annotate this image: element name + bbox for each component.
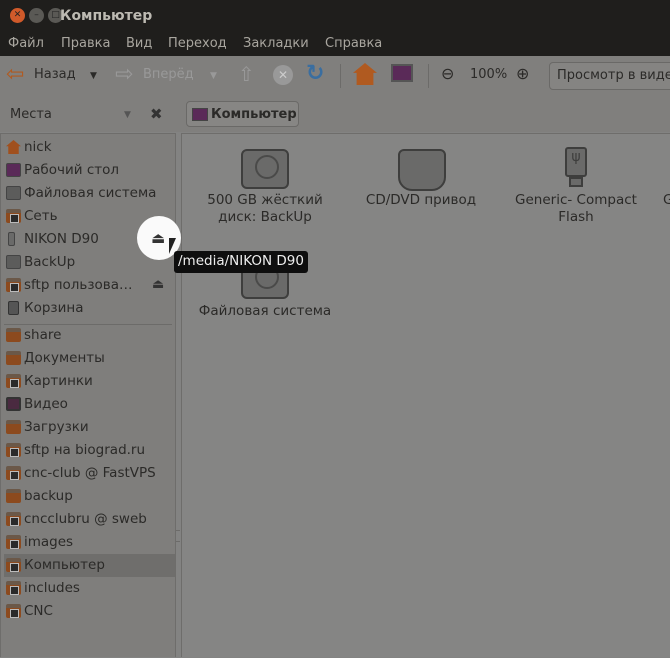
- view-mode-select[interactable]: Просмотр в виде значков: [549, 62, 670, 90]
- mouse-cursor: [169, 238, 176, 254]
- minimize-button[interactable]: –: [29, 8, 44, 23]
- sidebar-item-includes[interactable]: includes: [4, 577, 175, 600]
- close-button[interactable]: ✕: [10, 8, 25, 23]
- separator: [428, 64, 429, 88]
- item-filesystem[interactable]: Файловая система: [190, 303, 340, 320]
- path-button-computer[interactable]: Компьютер: [186, 101, 299, 127]
- menu-help[interactable]: Справка: [325, 36, 382, 51]
- sidebar-item-video[interactable]: Видео: [4, 393, 175, 416]
- back-arrow-icon[interactable]: ⇦: [6, 62, 24, 87]
- item-cd-dvd-drive[interactable]: CD/DVD привод: [346, 192, 496, 209]
- sidebar-item-cncclubru-sweb[interactable]: cncclubru @ sweb: [4, 508, 175, 531]
- network-folder-icon: [6, 443, 21, 457]
- network-folder-icon: [6, 512, 21, 526]
- stop-icon[interactable]: ✕: [273, 65, 293, 85]
- menu-go[interactable]: Переход: [168, 36, 227, 51]
- sidebar-item-filesystem[interactable]: Файловая система: [4, 182, 175, 205]
- network-folder-icon: [6, 558, 21, 572]
- usb-connector-icon: [569, 177, 583, 187]
- home-icon[interactable]: [353, 63, 377, 85]
- sidebar-item-nick[interactable]: nick: [4, 136, 175, 159]
- window-title: Компьютер: [60, 8, 153, 24]
- drive-icon: [6, 255, 21, 269]
- forward-button[interactable]: Вперёд: [143, 67, 194, 82]
- item-compact-flash[interactable]: Generic- Compact Flash: [501, 192, 651, 226]
- network-folder-icon: [6, 535, 21, 549]
- eject-icon[interactable]: ⏏: [151, 229, 165, 247]
- tooltip: /media/NIKON D90: [174, 251, 308, 273]
- network-folder-icon: [6, 604, 21, 618]
- sidebar-item-desktop[interactable]: Рабочий стол: [4, 159, 175, 182]
- drive-icon: [6, 186, 21, 200]
- up-arrow-icon[interactable]: ⇧: [238, 62, 255, 86]
- menu-file[interactable]: Файл: [8, 36, 44, 51]
- sidebar-places-label[interactable]: Места: [10, 107, 52, 122]
- toolbar: ⇦ Назад ▼ ⇨ Вперёд ▼ ⇧ ✕ ↻ ⊖ 100% ⊕ Прос…: [0, 56, 670, 96]
- back-button[interactable]: Назад: [34, 67, 76, 82]
- network-folder-icon: [6, 278, 21, 292]
- network-folder-icon: [6, 581, 21, 595]
- sidebar-item-computer[interactable]: Компьютер: [4, 554, 175, 577]
- menu-bar: Файл Правка Вид Переход Закладки Справка: [0, 32, 670, 56]
- sidebar-item-pictures[interactable]: Картинки: [4, 370, 175, 393]
- folder-icon: [6, 489, 21, 503]
- sidebar-item-trash[interactable]: Корзина: [4, 297, 175, 320]
- sidebar-type-dropdown[interactable]: ▼: [124, 110, 131, 120]
- video-folder-icon: [6, 397, 21, 411]
- home-icon: [6, 140, 21, 154]
- zoom-in-icon[interactable]: ⊕: [516, 64, 529, 83]
- forward-arrow-icon[interactable]: ⇨: [115, 62, 133, 87]
- computer-icon[interactable]: [391, 64, 413, 82]
- sidebar-item-cnc-club-fastvps[interactable]: cnc-club @ FastVPS: [4, 462, 175, 485]
- sidebar-item-cnc[interactable]: CNC: [4, 600, 175, 623]
- zoom-level: 100%: [470, 67, 508, 82]
- back-history-dropdown[interactable]: ▼: [90, 71, 97, 81]
- title-bar: ✕ – □ Компьютер: [0, 0, 670, 32]
- usb-drive-icon: ψ: [565, 147, 587, 177]
- trash-icon: [8, 301, 19, 315]
- desktop-icon: [6, 163, 21, 177]
- close-sidebar-icon[interactable]: ✖: [150, 105, 163, 123]
- folder-icon: [6, 328, 21, 342]
- sidebar-item-sftp[interactable]: sftp пользова… ⏏: [4, 274, 175, 297]
- zoom-out-icon[interactable]: ⊖: [441, 64, 454, 83]
- optical-drive-icon: [398, 149, 446, 191]
- menu-edit[interactable]: Правка: [61, 36, 110, 51]
- sidebar-item-sftp-biograd[interactable]: sftp на biograd.ru: [4, 439, 175, 462]
- sidebar-item-share[interactable]: share: [4, 324, 175, 347]
- menu-view[interactable]: Вид: [126, 36, 152, 51]
- sidebar: nick Рабочий стол Файловая система Сеть …: [0, 133, 176, 657]
- menu-bookmarks[interactable]: Закладки: [243, 36, 309, 51]
- icon-grid: 500 GB жёсткий диск: BackUp CD/DVD приво…: [182, 134, 670, 658]
- documents-folder-icon: [6, 351, 21, 365]
- computer-icon: [192, 108, 208, 121]
- eject-icon[interactable]: ⏏: [152, 277, 164, 292]
- item-partially-visible[interactable]: G: [663, 192, 670, 208]
- usb-icon: [8, 232, 15, 246]
- reload-icon[interactable]: ↻: [306, 61, 324, 86]
- sidebar-item-documents[interactable]: Документы: [4, 347, 175, 370]
- sidebar-item-images[interactable]: images: [4, 531, 175, 554]
- sidebar-item-downloads[interactable]: Загрузки: [4, 416, 175, 439]
- network-folder-icon: [6, 209, 21, 223]
- network-folder-icon: [6, 466, 21, 480]
- pictures-folder-icon: [6, 374, 21, 388]
- sidebar-resize-handle[interactable]: [176, 530, 180, 542]
- item-backup-disk[interactable]: 500 GB жёсткий диск: BackUp: [190, 192, 340, 226]
- path-label: Компьютер: [211, 107, 297, 122]
- separator: [340, 64, 341, 88]
- forward-history-dropdown[interactable]: ▼: [210, 71, 217, 81]
- hdd-icon: [241, 149, 289, 189]
- file-view: 500 GB жёсткий диск: BackUp CD/DVD приво…: [181, 133, 670, 657]
- downloads-folder-icon: [6, 420, 21, 434]
- location-bar: Места ▼ ✖ Компьютер: [0, 96, 670, 132]
- sidebar-item-backup-folder[interactable]: backup: [4, 485, 175, 508]
